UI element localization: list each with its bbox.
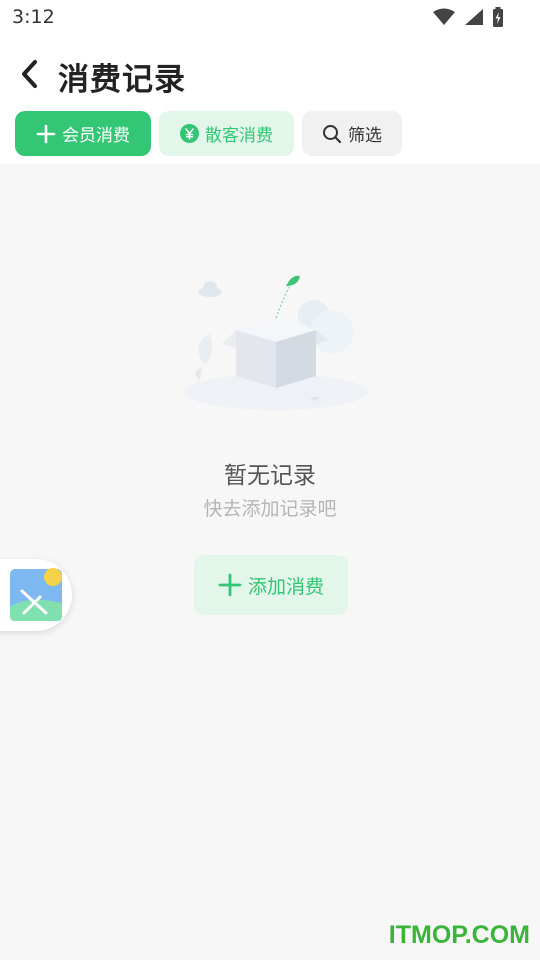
filter-button[interactable]: 筛选	[302, 111, 402, 156]
empty-state-title: 暂无记录	[224, 463, 316, 489]
walkin-consume-button[interactable]: 散客消费	[159, 111, 294, 156]
filter-chips: 会员消费 散客消费 筛选	[15, 111, 402, 156]
back-button[interactable]	[10, 56, 50, 96]
status-bar: 3:12	[0, 0, 540, 38]
walkin-consume-label: 散客消费	[205, 126, 273, 146]
watermark: ITMOP.COM	[388, 921, 530, 949]
chevron-left-icon	[20, 59, 40, 93]
add-consumption-label: 添加消费	[247, 575, 324, 598]
top-bar: 3:12 消费记录 会员消费 散客消费 筛选	[0, 0, 540, 164]
yen-coin-icon	[180, 124, 199, 143]
plus-icon	[36, 124, 56, 144]
nav-bar: 消费记录	[0, 48, 540, 104]
search-icon	[322, 124, 342, 144]
wifi-icon	[432, 8, 456, 26]
signal-icon	[464, 8, 484, 26]
battery-charging-icon	[492, 7, 504, 27]
empty-state-subtitle: 快去添加记录吧	[203, 498, 337, 520]
status-icons	[432, 6, 504, 28]
plus-icon	[218, 573, 242, 597]
add-consumption-button[interactable]: 添加消费	[194, 555, 348, 615]
page-title: 消费记录	[58, 62, 186, 98]
member-consume-button[interactable]: 会员消费	[15, 111, 151, 156]
filter-label: 筛选	[348, 126, 382, 146]
member-consume-label: 会员消费	[62, 126, 130, 146]
status-time: 3:12	[12, 6, 55, 28]
floating-widget[interactable]	[0, 559, 72, 631]
empty-box-illustration	[180, 272, 372, 414]
